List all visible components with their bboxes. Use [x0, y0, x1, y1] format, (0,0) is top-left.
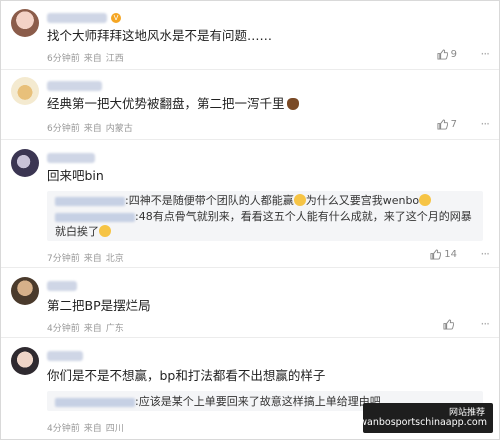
more-options-button[interactable]: ··· [481, 247, 491, 261]
reply-line: :应该是某个上单要回来了故意这样搞上单给理由吧 [55, 394, 381, 409]
comment-source: 来自 [83, 54, 102, 64]
comment-text: 你们是不是不想赢，bp和打法都看不出想赢的样子 [47, 368, 326, 383]
avatar[interactable] [11, 277, 39, 305]
comment-location: 江西 [105, 54, 124, 64]
comment-source: 来自 [83, 324, 102, 334]
comment-item: 回来吧bin :四神不是随便带个团队的人都能赢 为什么又要宫我wenbo :48有… [1, 141, 500, 267]
laugh-emoji-icon [419, 194, 432, 206]
reply-box[interactable]: :四神不是随便带个团队的人都能赢 为什么又要宫我wenbo :48有点骨气就别来，… [47, 191, 483, 241]
username[interactable] [47, 81, 102, 91]
comment-source: 来自 [83, 124, 102, 134]
like-button[interactable]: 7 [437, 119, 457, 130]
username[interactable] [47, 281, 77, 291]
username[interactable] [47, 153, 95, 163]
thumbs-up-icon [437, 119, 448, 130]
reply-line: :48有点骨气就别来，看看这五个人能有什么成就，来了这个月的网暴 [55, 209, 472, 224]
like-button[interactable] [443, 319, 457, 330]
comment-item: 第二把BP是摆烂局 4分钟前 来自 广东 ··· [1, 269, 500, 337]
avatar[interactable] [11, 9, 39, 37]
verified-badge-icon: V [111, 13, 121, 23]
avatar[interactable] [11, 347, 39, 375]
watermark-overlay: 网站推荐 wanbosportschinaapp.com [359, 403, 493, 433]
comment-location: 北京 [105, 254, 124, 264]
reply-text: :48有点骨气就别来，看看这五个人能有什么成就，来了这个月的网暴 [135, 210, 472, 223]
reply-username[interactable] [55, 212, 135, 222]
comment-source: 来自 [83, 424, 102, 434]
reply-line: 就白挨了 [55, 224, 111, 239]
reply-text: :应该是某个上单要回来了故意这样搞上单给理由吧 [135, 395, 381, 408]
comment-time: 6分钟前 [47, 124, 80, 134]
comment-location: 广东 [105, 324, 124, 334]
comment-time: 4分钟前 [47, 424, 80, 434]
like-button[interactable]: 9 [437, 49, 457, 60]
comment-meta: 6分钟前 来自 内蒙古 [47, 121, 137, 134]
divider [1, 267, 499, 268]
divider [1, 139, 499, 140]
thumbs-up-icon [430, 249, 442, 260]
avatar[interactable] [11, 77, 39, 105]
comment-text: 找个大师拜拜这地风水是不是有问题…… [47, 28, 273, 43]
sweat-emoji-icon [99, 225, 111, 237]
comment-location: 四川 [105, 424, 124, 434]
poop-emoji-icon [286, 98, 299, 110]
like-count: 9 [450, 49, 457, 60]
comment-meta: 4分钟前 来自 广东 [47, 321, 128, 334]
reply-line: :四神不是随便带个团队的人都能赢 为什么又要宫我wenbo [55, 193, 432, 208]
reply-username[interactable] [55, 397, 135, 407]
username[interactable] [47, 351, 83, 361]
reply-text: 就白挨了 [55, 225, 99, 238]
divider [1, 337, 499, 338]
comment-source: 来自 [83, 254, 102, 264]
avatar[interactable] [11, 149, 39, 177]
reply-text: :四神不是随便带个团队的人都能赢 [125, 194, 294, 207]
username[interactable] [47, 13, 107, 23]
like-count: 14 [444, 249, 457, 260]
comment-time: 6分钟前 [47, 54, 80, 64]
smile-emoji-icon [293, 194, 306, 206]
reply-text: 为什么又要宫我wenbo [305, 194, 420, 207]
thumbs-up-icon [437, 49, 448, 60]
comment-text: 回来吧bin [47, 168, 104, 183]
comment-time: 4分钟前 [47, 324, 80, 334]
comment-meta: 7分钟前 来自 北京 [47, 251, 128, 264]
thumbs-up-icon [443, 319, 454, 330]
reply-username[interactable] [55, 196, 125, 206]
like-button[interactable]: 14 [430, 249, 457, 260]
like-count: 7 [450, 119, 457, 130]
comment-meta: 4分钟前 来自 四川 [47, 421, 128, 434]
divider [1, 69, 499, 70]
comment-location: 内蒙古 [105, 124, 133, 134]
comment-time: 7分钟前 [47, 254, 80, 264]
more-options-button[interactable]: ··· [481, 317, 491, 331]
more-options-button[interactable]: ··· [481, 47, 491, 61]
watermark-url: wanbosportschinaapp.com [359, 417, 487, 428]
comment-item: V 找个大师拜拜这地风水是不是有问题…… 6分钟前 来自 江西 9 ··· [1, 1, 500, 71]
comment-text: 第二把BP是摆烂局 [47, 298, 151, 313]
comment-meta: 6分钟前 来自 江西 [47, 51, 128, 64]
more-options-button[interactable]: ··· [481, 117, 491, 131]
comment-item: 经典第一把大优势被翻盘，第二把一泻千里 6分钟前 来自 内蒙古 7 ··· [1, 71, 500, 141]
comment-text: 经典第一把大优势被翻盘，第二把一泻千里 [47, 95, 299, 112]
